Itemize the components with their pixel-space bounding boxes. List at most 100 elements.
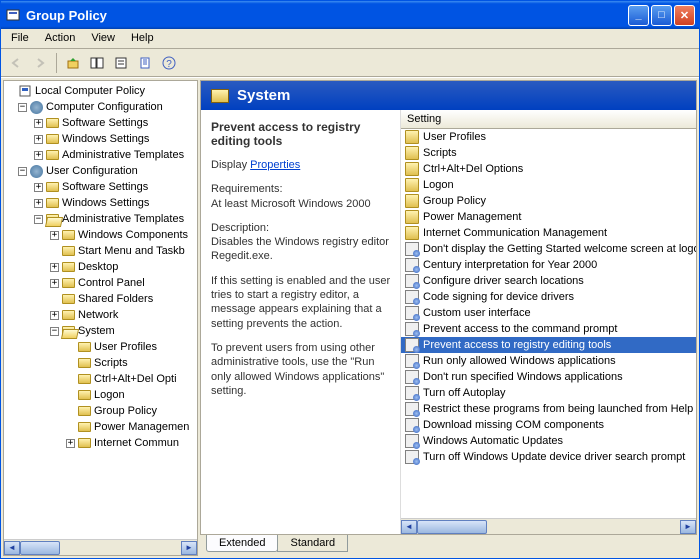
back-button[interactable] (5, 52, 27, 74)
tree-shared-folders[interactable]: Shared Folders (4, 291, 197, 307)
expand-icon[interactable]: + (50, 279, 59, 288)
tree[interactable]: Local Computer Policy −Computer Configur… (4, 81, 197, 539)
expand-icon[interactable]: + (34, 151, 43, 160)
tree-cc-software[interactable]: +Software Settings (4, 115, 197, 131)
list-item[interactable]: Code signing for device drivers (401, 289, 696, 305)
collapse-icon[interactable]: − (18, 167, 27, 176)
collapse-icon[interactable]: − (50, 327, 59, 336)
collapse-icon[interactable]: − (34, 215, 43, 224)
folder-icon (405, 194, 419, 208)
expand-icon[interactable]: + (34, 119, 43, 128)
export-button[interactable] (134, 52, 156, 74)
list-item[interactable]: Run only allowed Windows applications (401, 353, 696, 369)
expand-icon[interactable]: + (50, 231, 59, 240)
tree-computer-config[interactable]: −Computer Configuration (4, 99, 197, 115)
tree-scripts[interactable]: Scripts (4, 355, 197, 371)
tree-uc-windows[interactable]: +Windows Settings (4, 195, 197, 211)
collapse-icon[interactable]: − (18, 103, 27, 112)
list-item[interactable]: Ctrl+Alt+Del Options (401, 161, 696, 177)
list-item-label: Restrict these programs from being launc… (423, 403, 693, 415)
list-item-label: User Profiles (423, 131, 486, 143)
list-item[interactable]: Scripts (401, 145, 696, 161)
tree-root[interactable]: Local Computer Policy (4, 83, 197, 99)
tree-start-menu[interactable]: Start Menu and Taskb (4, 243, 197, 259)
description-label: Description: (211, 222, 269, 234)
properties-button[interactable] (110, 52, 132, 74)
list-item[interactable]: Don't run specified Windows applications (401, 369, 696, 385)
list-item[interactable]: Internet Communication Management (401, 225, 696, 241)
list-item[interactable]: User Profiles (401, 129, 696, 145)
scroll-right-button[interactable]: ► (680, 520, 696, 534)
help-button[interactable]: ? (158, 52, 180, 74)
properties-link[interactable]: Properties (250, 159, 300, 171)
list-item[interactable]: Logon (401, 177, 696, 193)
expand-icon[interactable]: + (50, 311, 59, 320)
up-button[interactable] (62, 52, 84, 74)
close-button[interactable]: ✕ (674, 5, 695, 26)
maximize-button[interactable]: □ (651, 5, 672, 26)
menu-file[interactable]: File (3, 29, 37, 48)
scroll-left-button[interactable]: ◄ (401, 520, 417, 534)
list-item[interactable]: Download missing COM components (401, 417, 696, 433)
expand-icon[interactable]: + (50, 263, 59, 272)
list-item[interactable]: Prevent access to registry editing tools (401, 337, 696, 353)
setting-name: Prevent access to registry editing tools (211, 120, 394, 148)
list-item[interactable]: Restrict these programs from being launc… (401, 401, 696, 417)
expand-icon[interactable]: + (34, 183, 43, 192)
forward-button[interactable] (29, 52, 51, 74)
menu-action[interactable]: Action (37, 29, 84, 48)
expand-icon[interactable]: + (34, 135, 43, 144)
tree-hscroll[interactable]: ◄ ► (4, 539, 197, 555)
scroll-thumb[interactable] (417, 520, 487, 534)
list-column-header[interactable]: Setting (401, 110, 696, 129)
list-item-label: Don't display the Getting Started welcom… (423, 243, 696, 255)
tree-cc-windows[interactable]: +Windows Settings (4, 131, 197, 147)
tree-power-mgmt[interactable]: Power Managemen (4, 419, 197, 435)
tree-network[interactable]: +Network (4, 307, 197, 323)
tree-internet-comm[interactable]: +Internet Commun (4, 435, 197, 451)
tree-user-config[interactable]: −User Configuration (4, 163, 197, 179)
tree-cc-admin[interactable]: +Administrative Templates (4, 147, 197, 163)
tree-desktop[interactable]: +Desktop (4, 259, 197, 275)
titlebar[interactable]: Group Policy _ □ ✕ (1, 1, 699, 29)
tab-standard[interactable]: Standard (277, 535, 348, 552)
tree-uc-software[interactable]: +Software Settings (4, 179, 197, 195)
list-item[interactable]: Turn off Autoplay (401, 385, 696, 401)
tree-group-policy[interactable]: Group Policy (4, 403, 197, 419)
tree-uc-admin[interactable]: −Administrative Templates (4, 211, 197, 227)
menu-help[interactable]: Help (123, 29, 162, 48)
tree-control-panel[interactable]: +Control Panel (4, 275, 197, 291)
scroll-thumb[interactable] (20, 541, 60, 555)
list-item[interactable]: Custom user interface (401, 305, 696, 321)
setting-icon (405, 402, 419, 416)
list-item[interactable]: Group Policy (401, 193, 696, 209)
expand-icon[interactable]: + (34, 199, 43, 208)
list-hscroll[interactable]: ◄ ► (401, 518, 696, 534)
tree-windows-components[interactable]: +Windows Components (4, 227, 197, 243)
list-item[interactable]: Don't display the Getting Started welcom… (401, 241, 696, 257)
folder-icon (46, 134, 59, 144)
content-area: Local Computer Policy −Computer Configur… (1, 77, 699, 558)
menu-view[interactable]: View (83, 29, 123, 48)
tree-cad[interactable]: Ctrl+Alt+Del Opti (4, 371, 197, 387)
scroll-right-button[interactable]: ► (181, 541, 197, 555)
list-item[interactable]: Century interpretation for Year 2000 (401, 257, 696, 273)
list-item[interactable]: Power Management (401, 209, 696, 225)
show-hide-button[interactable] (86, 52, 108, 74)
tree-logon[interactable]: Logon (4, 387, 197, 403)
minimize-button[interactable]: _ (628, 5, 649, 26)
tree-system[interactable]: −System (4, 323, 197, 339)
tree-user-profiles[interactable]: User Profiles (4, 339, 197, 355)
list-item[interactable]: Configure driver search locations (401, 273, 696, 289)
list-body[interactable]: User Profiles ScriptsCtrl+Alt+Del Options… (401, 129, 696, 518)
scroll-left-button[interactable]: ◄ (4, 541, 20, 555)
info-column: Prevent access to registry editing tools… (201, 110, 401, 534)
list-item[interactable]: Windows Automatic Updates (401, 433, 696, 449)
list-item[interactable]: Prevent access to the command prompt (401, 321, 696, 337)
list-item-label: Windows Automatic Updates (423, 435, 563, 447)
tab-extended[interactable]: Extended (206, 535, 278, 552)
list-item[interactable]: Turn off Windows Update device driver se… (401, 449, 696, 465)
gear-icon (30, 165, 43, 178)
description-text-2: If this setting is enabled and the user … (211, 274, 394, 331)
expand-icon[interactable]: + (66, 439, 75, 448)
